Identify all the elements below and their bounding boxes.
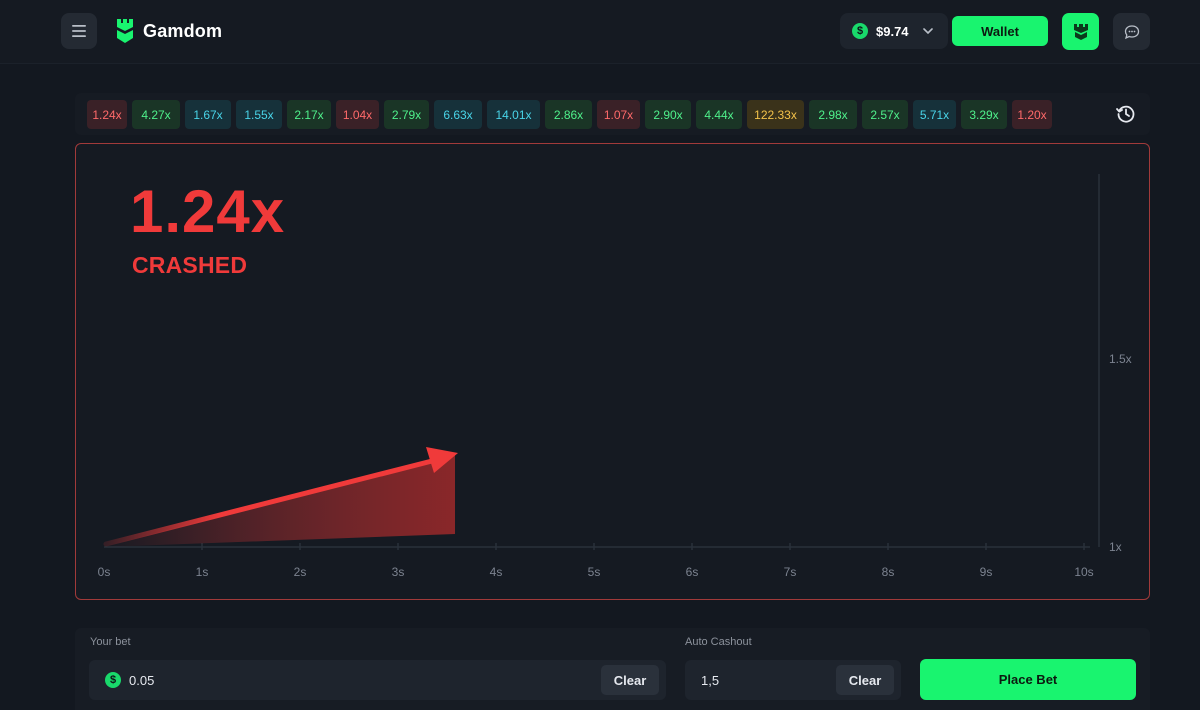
wallet-button[interactable]: Wallet: [952, 16, 1048, 46]
logo-text: Gamdom: [143, 20, 223, 41]
x-tick-label: 2s: [294, 565, 307, 579]
chevron-down-icon: [922, 28, 933, 34]
history-item[interactable]: 1.55x: [236, 100, 282, 129]
x-tick-label: 8s: [882, 565, 895, 579]
balance-amount: $9.74: [876, 23, 909, 39]
crash-game-canvas: 1.24x CRASHED 0s 1s 2s 3s 4s 5s 6s 7s 8s 9s 10s 1.…: [75, 143, 1150, 600]
history-item[interactable]: 2.57x: [862, 100, 908, 129]
bet-clear-button[interactable]: Clear: [601, 665, 659, 695]
history-item[interactable]: 1.07x: [597, 100, 640, 129]
x-tick-label: 4s: [490, 565, 503, 579]
history-item[interactable]: 2.17x: [287, 100, 331, 129]
x-tick-label: 3s: [392, 565, 405, 579]
y-tick-label: 1.5x: [1109, 352, 1132, 366]
x-tick-label: 7s: [784, 565, 797, 579]
history-item[interactable]: 5.71x: [913, 100, 956, 129]
history-item[interactable]: 14.01x: [487, 100, 540, 129]
history-item[interactable]: 1.67x: [185, 100, 231, 129]
history-clock-icon: [1116, 105, 1135, 123]
history-item[interactable]: 1.20x: [1012, 100, 1052, 129]
x-tick-label: 0s: [98, 565, 111, 579]
bet-amount-input[interactable]: [129, 660, 589, 700]
place-bet-button[interactable]: Place Bet: [920, 659, 1136, 700]
history-item[interactable]: 1.04x: [336, 100, 379, 129]
top-bar: Gamdom $ $9.74 Wallet: [0, 0, 1200, 64]
menu-button[interactable]: [61, 13, 97, 49]
user-avatar[interactable]: [1062, 13, 1099, 50]
x-tick-label: 10s: [1074, 565, 1093, 579]
crash-history-list: 1.24x 4.27x 1.67x 1.55x 2.17x 1.04x 2.79x 6.63x…: [87, 100, 1052, 129]
history-item[interactable]: 4.27x: [132, 100, 180, 129]
x-tick-label: 6s: [686, 565, 699, 579]
history-item[interactable]: 2.90x: [645, 100, 691, 129]
x-tick-label: 5s: [588, 565, 601, 579]
bet-amount-field: $ Clear: [89, 660, 666, 700]
dollar-coin-icon: $: [105, 672, 121, 688]
cashout-clear-button[interactable]: Clear: [836, 665, 894, 695]
history-item[interactable]: 2.98x: [809, 100, 857, 129]
history-item[interactable]: 122.33x: [747, 100, 804, 129]
history-item[interactable]: 4.44x: [696, 100, 742, 129]
chat-button[interactable]: [1113, 13, 1150, 50]
auto-cashout-label: Auto Cashout: [685, 636, 752, 648]
dollar-coin-icon: $: [852, 23, 868, 39]
y-tick-label: 1x: [1109, 540, 1122, 554]
history-item[interactable]: 2.86x: [545, 100, 592, 129]
balance-selector[interactable]: $ $9.74: [840, 13, 948, 49]
y-axis-ticks: 1.5x 1x: [1109, 352, 1132, 554]
your-bet-label: Your bet: [90, 636, 131, 648]
user-avatar-icon: [1073, 23, 1088, 40]
hamburger-menu-icon: [72, 25, 86, 37]
x-tick-label: 1s: [196, 565, 209, 579]
chat-bubble-icon: [1124, 24, 1139, 39]
x-tick-label: 9s: [980, 565, 993, 579]
x-axis-ticks: 0s 1s 2s 3s 4s 5s 6s 7s 8s 9s 10s: [98, 543, 1094, 579]
history-item[interactable]: 3.29x: [961, 100, 1007, 129]
history-item[interactable]: 6.63x: [434, 100, 482, 129]
auto-cashout-input[interactable]: [701, 660, 821, 700]
history-item[interactable]: 1.24x: [87, 100, 127, 129]
auto-cashout-field: Clear: [685, 660, 901, 700]
crash-history-bar: 1.24x 4.27x 1.67x 1.55x 2.17x 1.04x 2.79x 6.63x…: [75, 93, 1150, 135]
crash-graph: 0s 1s 2s 3s 4s 5s 6s 7s 8s 9s 10s 1.5x 1x: [98, 174, 1132, 579]
bet-panel: Your bet $ Clear Auto Cashout Clear Plac…: [75, 628, 1150, 710]
history-item[interactable]: 2.79x: [384, 100, 429, 129]
logo[interactable]: Gamdom: [115, 17, 222, 45]
history-button[interactable]: [1115, 103, 1137, 125]
gamdom-logo-icon: [117, 19, 133, 43]
